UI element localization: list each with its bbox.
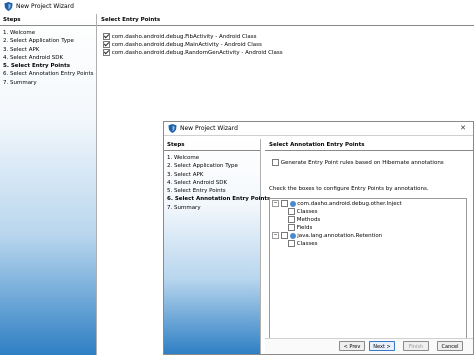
tree-child-label: Methods bbox=[296, 217, 321, 223]
collapse-icon[interactable]: − bbox=[272, 232, 279, 239]
back-step-5-current: 5. Select Entry Points bbox=[3, 63, 70, 70]
annotation-tree[interactable]: − com.dasho.android.debug.other.Inject C… bbox=[269, 198, 467, 349]
tree-child[interactable]: Classes bbox=[272, 240, 466, 248]
entry-point-checkbox[interactable] bbox=[103, 41, 110, 48]
annotation-instructions: Check the boxes to configure Entry Point… bbox=[269, 186, 429, 192]
back-panel-header: Select Entry Points bbox=[97, 14, 474, 26]
annotation-icon bbox=[289, 232, 296, 239]
button-bar: < Prev Next > Finish Cancel bbox=[265, 338, 473, 354]
tree-child-label: Fields bbox=[296, 225, 313, 231]
front-title-bar[interactable]: New Project Wizard ✕ bbox=[164, 122, 473, 136]
hibernate-option[interactable]: Generate Entry Point rules based on Hibe… bbox=[272, 159, 444, 167]
collapse-icon[interactable]: − bbox=[272, 200, 279, 207]
back-step-2: 2. Select Application Type bbox=[3, 38, 74, 45]
front-steps-panel: Steps 1. Welcome 2. Select Application T… bbox=[164, 139, 271, 354]
back-step-7: 7. Summary bbox=[3, 79, 37, 86]
back-step-3: 3. Select APK bbox=[3, 46, 40, 53]
entry-point-item[interactable]: com.dasho.android.debug.FibActivity - An… bbox=[103, 33, 474, 41]
front-steps-list: 1. Welcome 2. Select Application Type 3.… bbox=[164, 154, 271, 212]
tree-child-checkbox[interactable] bbox=[288, 224, 295, 231]
app-shield-icon bbox=[168, 124, 177, 133]
front-step-7: 7. Summary bbox=[167, 204, 201, 211]
back-steps-panel: Steps 1. Welcome 2. Select Application T… bbox=[0, 14, 97, 355]
entry-point-label: com.dasho.android.debug.FibActivity - An… bbox=[111, 34, 257, 40]
tree-child-checkbox[interactable] bbox=[288, 240, 295, 247]
annotation-icon bbox=[289, 200, 296, 207]
entry-point-checkbox[interactable] bbox=[103, 49, 110, 56]
tree-child-label: Classes bbox=[296, 209, 318, 215]
front-content-panel: Select Annotation Entry Points Generate … bbox=[265, 139, 473, 354]
tree-node[interactable]: − com.dasho.android.debug.other.Inject bbox=[272, 200, 466, 208]
back-step-1: 1. Welcome bbox=[3, 30, 36, 36]
front-step-4: 4. Select Android SDK bbox=[167, 179, 228, 186]
tree-child[interactable]: Classes bbox=[272, 208, 466, 216]
entry-point-item[interactable]: com.dasho.android.debug.RandomGenActivit… bbox=[103, 49, 474, 57]
back-window-title: New Project Wizard bbox=[16, 3, 74, 10]
hibernate-checkbox[interactable] bbox=[272, 159, 279, 166]
tree-child[interactable]: Methods bbox=[272, 216, 466, 224]
entry-point-label: com.dasho.android.debug.MainActivity - A… bbox=[111, 42, 262, 48]
tree-node-checkbox[interactable] bbox=[280, 200, 288, 207]
finish-button[interactable]: Finish bbox=[403, 341, 429, 351]
front-window-title: New Project Wizard bbox=[180, 125, 238, 132]
front-wizard-window: New Project Wizard ✕ Steps 1. Welcome 2.… bbox=[163, 121, 474, 355]
back-step-4: 4. Select Android SDK bbox=[3, 54, 64, 61]
tree-child-checkbox[interactable] bbox=[288, 216, 295, 223]
front-step-2: 2. Select Application Type bbox=[167, 163, 238, 170]
hibernate-option-label: Generate Entry Point rules based on Hibe… bbox=[280, 160, 444, 166]
back-steps-header: Steps bbox=[0, 14, 96, 26]
tree-node[interactable]: − java.lang.annotation.Retention bbox=[272, 232, 466, 240]
front-step-5: 5. Select Entry Points bbox=[167, 188, 226, 195]
front-panel-header: Select Annotation Entry Points bbox=[265, 139, 473, 151]
prev-button[interactable]: < Prev bbox=[339, 341, 365, 351]
entry-point-label: com.dasho.android.debug.RandomGenActivit… bbox=[111, 50, 283, 56]
front-step-1: 1. Welcome bbox=[167, 155, 200, 161]
entry-points-list: com.dasho.android.debug.FibActivity - An… bbox=[97, 26, 474, 57]
entry-point-item[interactable]: com.dasho.android.debug.MainActivity - A… bbox=[103, 41, 474, 49]
app-shield-icon bbox=[4, 2, 13, 11]
back-title-bar[interactable]: New Project Wizard bbox=[0, 0, 474, 13]
back-step-6: 6. Select Annotation Entry Points bbox=[3, 71, 94, 78]
front-step-3: 3. Select APK bbox=[167, 171, 204, 178]
close-icon[interactable]: ✕ bbox=[456, 123, 470, 134]
back-steps-list: 1. Welcome 2. Select Application Type 3.… bbox=[0, 29, 96, 87]
entry-point-checkbox[interactable] bbox=[103, 33, 110, 40]
tree-node-checkbox[interactable] bbox=[280, 232, 288, 239]
tree-child[interactable]: Fields bbox=[272, 224, 466, 232]
front-steps-header: Steps bbox=[164, 139, 260, 151]
tree-node-label: com.dasho.android.debug.other.Inject bbox=[297, 201, 402, 207]
tree-child-label: Classes bbox=[296, 241, 318, 247]
tree-child-checkbox[interactable] bbox=[288, 208, 295, 215]
front-step-6-current: 6. Select Annotation Entry Points bbox=[167, 196, 271, 203]
tree-node-label: java.lang.annotation.Retention bbox=[297, 233, 383, 239]
next-button[interactable]: Next > bbox=[369, 341, 395, 351]
cancel-button[interactable]: Cancel bbox=[437, 341, 463, 351]
